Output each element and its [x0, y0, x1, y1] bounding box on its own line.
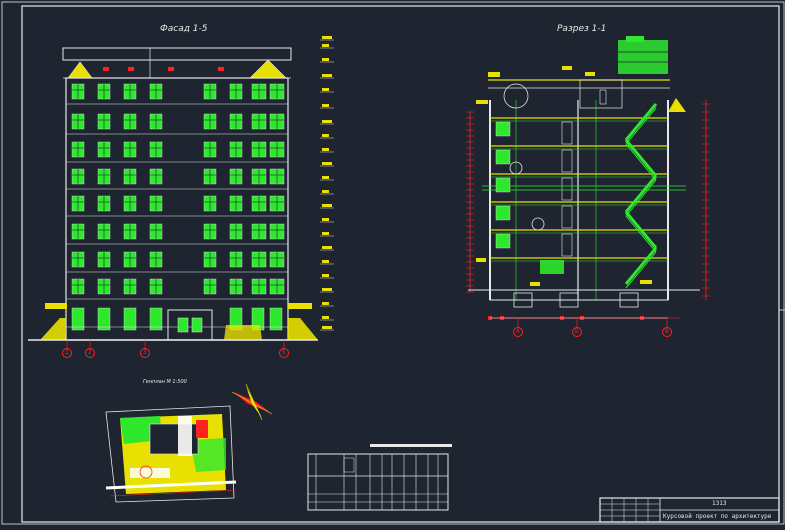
axis-label-section-a: А — [516, 328, 520, 335]
axis-label-facade-1: 1 — [65, 349, 69, 356]
siteplan-title: Генплан М 1:500 — [143, 379, 187, 385]
title-block-name: Курсовой проект по архитектуре — [663, 513, 772, 520]
axis-label-section-b: Б — [575, 328, 579, 335]
axis-label-section-c: В — [665, 328, 669, 335]
drawing-canvas — [0, 0, 785, 526]
roof-machine-room — [618, 40, 668, 74]
section-title: Разрез 1-1 — [557, 24, 607, 34]
axis-label-facade-2: 2 — [88, 349, 92, 356]
axis-label-facade-3: 3 — [143, 349, 147, 356]
facade-title: Фасад 1-5 — [160, 24, 208, 34]
axis-label-facade-5: 5 — [282, 349, 286, 356]
title-block-code: 1313 — [712, 500, 727, 507]
drawing-sheet: Фасад 1-5 Разрез 1-1 Генплан М 1:500 1 2… — [0, 0, 785, 526]
